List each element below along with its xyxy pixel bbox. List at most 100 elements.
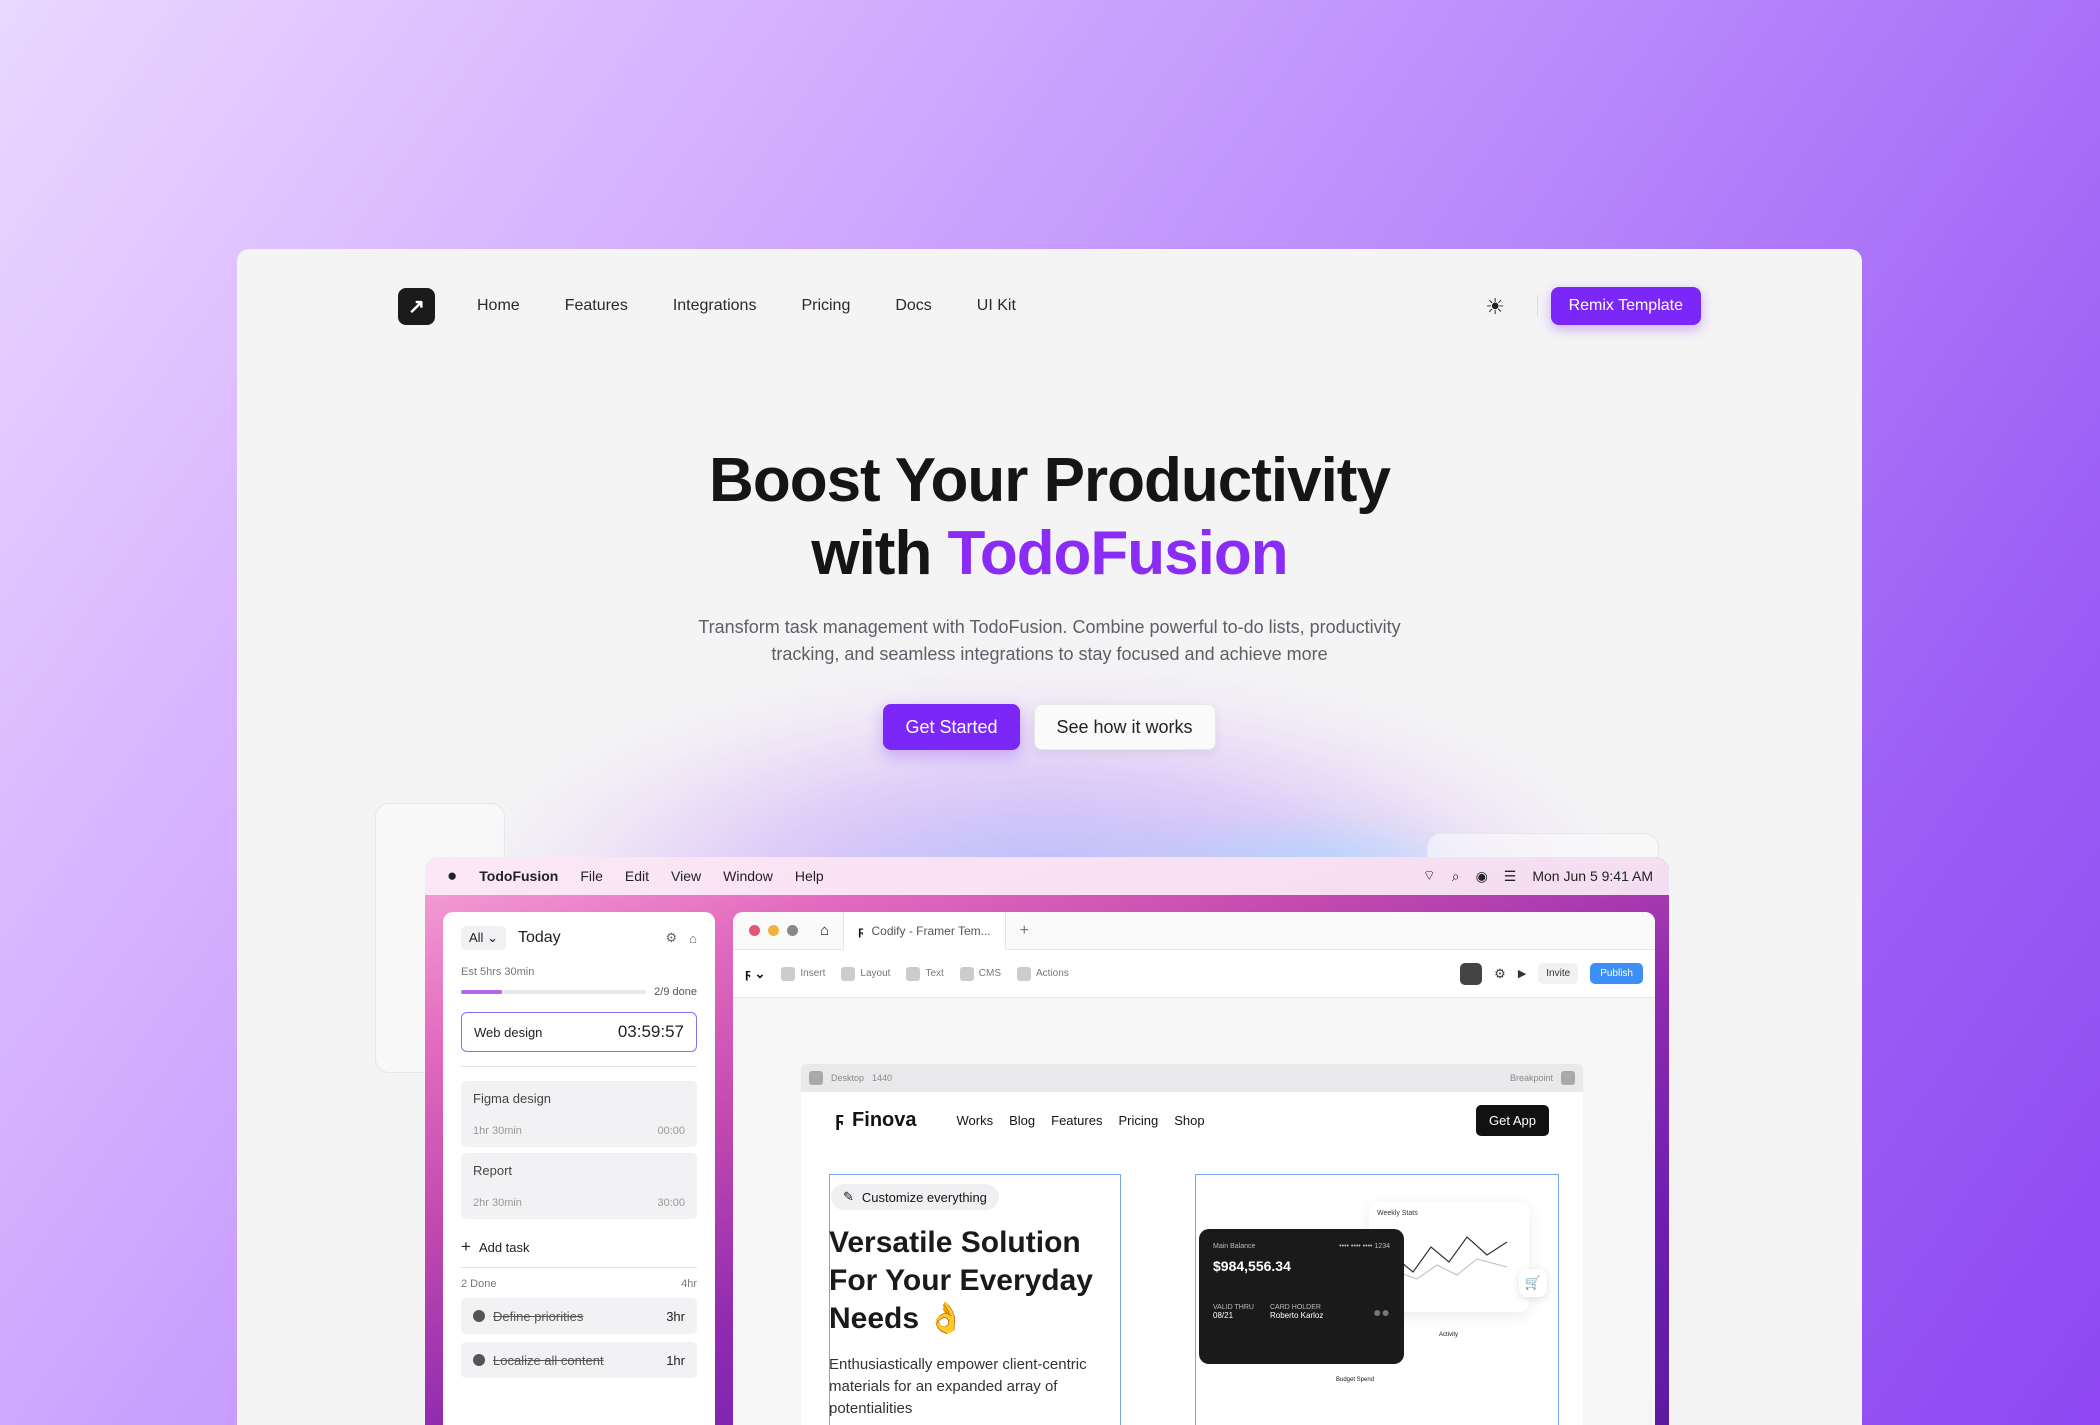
publish-button[interactable]: Publish (1590, 963, 1643, 984)
chevron-down-icon: ⌄ (487, 930, 498, 945)
site-nav-links: Works Blog Features Pricing Shop (957, 1113, 1205, 1128)
new-tab-icon[interactable]: + (1020, 922, 1029, 940)
insert-tool[interactable]: Insert (781, 966, 826, 981)
gear-icon[interactable]: ⚙ (1494, 966, 1506, 982)
done-task-name: Define priorities (493, 1308, 584, 1324)
nav-link-ui-kit[interactable]: UI Kit (977, 297, 1016, 315)
budget-label: Budget Spend (1336, 1377, 1375, 1383)
task-time: 30:00 (657, 1197, 685, 1209)
check-icon (473, 1354, 485, 1366)
card-balance-label: Main Balance (1213, 1243, 1256, 1250)
site-link-shop[interactable]: Shop (1174, 1113, 1204, 1128)
done-count: 2 Done (461, 1278, 497, 1290)
sun-icon[interactable]: ☀ (1485, 294, 1505, 320)
filter-value: All (469, 930, 484, 945)
finova-logo-icon: ϝ (835, 1108, 845, 1131)
nav-link-integrations[interactable]: Integrations (673, 297, 757, 315)
menu-view[interactable]: View (671, 868, 701, 884)
site-link-pricing[interactable]: Pricing (1118, 1113, 1158, 1128)
filter-select[interactable]: All ⌄ (461, 926, 506, 950)
logo-icon[interactable]: ↗ (398, 287, 435, 325)
nav-link-features[interactable]: Features (565, 297, 628, 315)
actions-tool[interactable]: Actions (1017, 966, 1069, 981)
layout-label: Layout (860, 968, 891, 979)
nav-link-docs[interactable]: Docs (895, 297, 931, 315)
site-hero-description: Enthusiastically empower client-centric … (829, 1356, 1087, 1417)
active-task-name: Web design (474, 1024, 543, 1040)
minimize-window-icon[interactable] (768, 925, 779, 936)
nav-link-home[interactable]: Home (477, 297, 520, 315)
site-link-works[interactable]: Works (957, 1113, 994, 1128)
breakpoint-add-label: Breakpoint (1509, 1073, 1553, 1083)
task-item[interactable]: Figma design 1hr 30min 00:00 (461, 1081, 697, 1147)
text-tool[interactable]: Text (906, 966, 944, 981)
cms-tool[interactable]: CMS (959, 966, 1001, 981)
cart-icon[interactable]: 🛒 (1519, 1269, 1547, 1297)
menu-window[interactable]: Window (723, 868, 773, 884)
task-duration: 2hr 30min (473, 1197, 522, 1209)
todo-view-title: Today (517, 929, 561, 946)
framer-menu-icon[interactable]: ϝ ⌄ (745, 966, 765, 982)
home-icon[interactable]: ⌂ (689, 931, 697, 946)
zoom-window-icon[interactable] (787, 925, 798, 936)
preview-icon[interactable] (809, 1071, 823, 1085)
task-item[interactable]: Report 2hr 30min 30:00 (461, 1153, 697, 1219)
done-task-item[interactable]: Define priorities 3hr (461, 1298, 697, 1334)
breakpoint-label: Desktop (831, 1073, 865, 1083)
active-task-timer[interactable]: Web design 03:59:57 (461, 1012, 697, 1052)
divider (461, 1066, 697, 1067)
invite-button[interactable]: Invite (1538, 963, 1579, 984)
play-icon[interactable]: ▶ (1518, 967, 1526, 980)
settings-icon[interactable]: ⚙ (665, 930, 677, 946)
site-logo[interactable]: ϝ Finova (835, 1109, 917, 1132)
hero-title: Boost Your Productivity with TodoFusion (237, 444, 1862, 590)
add-task-button[interactable]: + Add task (461, 1237, 697, 1257)
add-breakpoint-icon[interactable] (1561, 1071, 1575, 1085)
get-app-button[interactable]: Get App (1476, 1104, 1549, 1136)
site-link-features[interactable]: Features (1051, 1113, 1102, 1128)
user-icon[interactable]: ◉ (1476, 868, 1488, 885)
browser-tab[interactable]: ϝ Codify - Framer Tem... (843, 912, 1006, 950)
card-details: VALID THRU 08/21 CARD HOLDER Roberto Karlo… (1213, 1304, 1390, 1320)
search-icon[interactable]: ⌕ (1452, 868, 1460, 885)
hero-title-line1: Boost Your Productivity (709, 446, 1391, 515)
todo-panel: All ⌄ Today ⚙ ⌂ Est 5hrs 30min 2/9 done … (443, 912, 715, 1425)
site-nav: ϝ Finova Works Blog Features Pricing Shop… (801, 1092, 1583, 1148)
avatar[interactable] (1460, 962, 1483, 985)
nav-link-pricing[interactable]: Pricing (801, 297, 850, 315)
text-icon (906, 966, 921, 981)
insert-icon (781, 966, 796, 981)
apple-icon[interactable]: ● (447, 866, 457, 886)
menubar-status: ⌔ ⌕ ◉ ☰ Mon Jun 5 9:41 AM (1423, 857, 1653, 895)
framer-icon: ϝ (858, 923, 864, 938)
task-name: Report (473, 1163, 513, 1178)
menu-edit[interactable]: Edit (625, 868, 649, 884)
task-duration: 1hr 30min (473, 1125, 522, 1137)
menu-app-name[interactable]: TodoFusion (479, 868, 558, 884)
wifi-icon[interactable]: ⌔ (1423, 867, 1436, 885)
task-name: Figma design (473, 1091, 552, 1106)
remix-template-button[interactable]: Remix Template (1550, 287, 1701, 325)
menu-file[interactable]: File (580, 868, 603, 884)
layout-icon (841, 966, 856, 981)
site-link-blog[interactable]: Blog (1009, 1113, 1035, 1128)
menu-help[interactable]: Help (795, 868, 824, 884)
insert-label: Insert (800, 968, 826, 979)
framer-toolbar: ϝ ⌄ Insert Layout Text CMS Actions ⚙ ▶ I… (733, 950, 1655, 998)
browser-tabbar: ⌂ ϝ Codify - Framer Tem... + (733, 912, 1655, 950)
get-started-button[interactable]: Get Started (883, 704, 1020, 750)
close-window-icon[interactable] (749, 925, 760, 936)
done-task-hours: 3hr (666, 1308, 685, 1324)
home-icon[interactable]: ⌂ (820, 922, 829, 939)
done-task-item[interactable]: Localize all content 1hr (461, 1342, 697, 1378)
see-how-it-works-button[interactable]: See how it works (1033, 704, 1216, 750)
layout-tool[interactable]: Layout (841, 966, 891, 981)
site-logo-text: Finova (852, 1108, 917, 1131)
badge-label: Customize everything (861, 1189, 987, 1205)
hero-ctas: Get Started See how it works (237, 704, 1862, 750)
control-center-icon[interactable]: ☰ (1504, 868, 1517, 885)
activity-card: Activity (1439, 1332, 1559, 1402)
breakpoint-bar: Desktop 1440 Breakpoint (801, 1064, 1583, 1092)
done-header: 2 Done 4hr (461, 1278, 697, 1290)
progress-bar (461, 990, 647, 994)
